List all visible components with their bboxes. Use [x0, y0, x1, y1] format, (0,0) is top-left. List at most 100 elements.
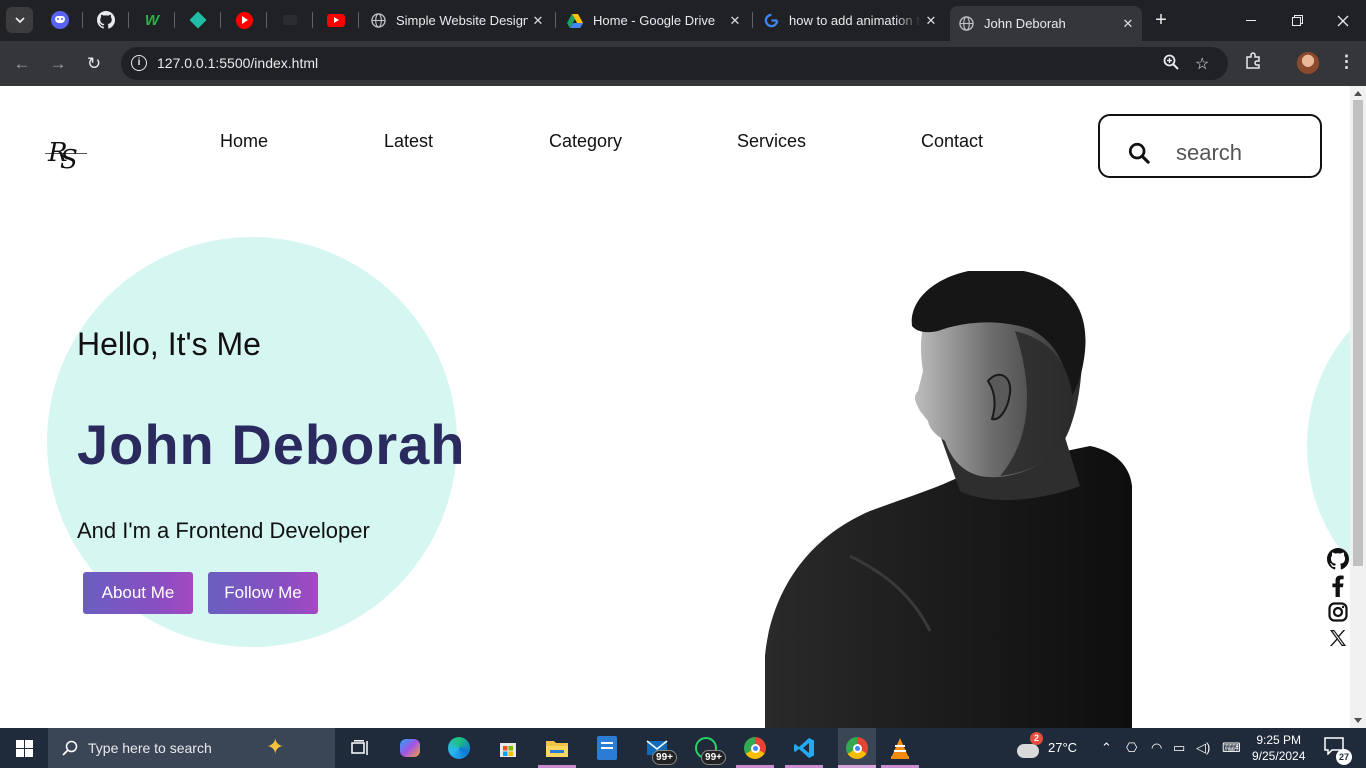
pinned-tab-discord[interactable] — [48, 8, 72, 32]
file-explorer-icon[interactable] — [543, 734, 571, 762]
browser-toolbar: ← → ↻ i 127.0.0.1:5500/index.html ☆ ⋮ — [0, 41, 1366, 86]
whatsapp-badge: 99+ — [701, 750, 726, 765]
diamond-app-icon — [189, 11, 207, 29]
close-tab-icon[interactable]: ✕ — [528, 13, 548, 29]
windows-logo-icon — [15, 739, 33, 757]
notification-center-button[interactable]: 27 — [1324, 737, 1352, 765]
github-link[interactable] — [1326, 548, 1350, 570]
profile-avatar[interactable] — [1297, 52, 1319, 74]
restore-button[interactable] — [1274, 0, 1320, 41]
tab-john-deborah[interactable]: John Deborah ✕ — [950, 6, 1142, 41]
search-input[interactable] — [1176, 138, 1306, 168]
x-twitter-link[interactable] — [1326, 627, 1350, 649]
x-icon — [1330, 630, 1346, 646]
windows-taskbar: Type here to search ✦ 99+ 99+ 2 27°C ⌃ ⎔… — [0, 728, 1366, 768]
meet-now-icon[interactable]: ⎔ — [1126, 740, 1137, 756]
network-icon[interactable]: ◠ — [1151, 740, 1162, 756]
copilot-app-icon[interactable] — [396, 734, 424, 762]
scroll-up-arrow-icon[interactable] — [1354, 91, 1362, 96]
clock-time: 9:25 PM — [1256, 733, 1302, 747]
forward-button[interactable]: → — [45, 51, 71, 77]
mail-app-icon[interactable]: 99+ — [643, 734, 677, 765]
pinned-tab-webflow[interactable]: W — [140, 8, 164, 32]
blank-tab-icon — [283, 15, 297, 25]
google-icon — [763, 13, 779, 29]
close-tab-icon[interactable]: ✕ — [921, 13, 941, 29]
address-bar[interactable]: i 127.0.0.1:5500/index.html ☆ — [121, 47, 1228, 80]
scroll-down-arrow-icon[interactable] — [1354, 718, 1362, 723]
start-button[interactable] — [0, 728, 48, 768]
tab-title: Home - Google Drive — [593, 13, 716, 28]
minimize-button[interactable] — [1228, 0, 1274, 41]
back-button[interactable]: ← — [9, 51, 35, 77]
extensions-icon[interactable] — [1244, 52, 1262, 75]
site-search-box[interactable] — [1098, 114, 1322, 178]
taskbar-search-placeholder: Type here to search — [88, 740, 212, 756]
vlc-icon[interactable] — [886, 734, 914, 762]
new-tab-button[interactable]: + — [1150, 10, 1172, 32]
pinned-tab-github[interactable] — [94, 8, 118, 32]
facebook-link[interactable] — [1326, 575, 1350, 597]
vscode-icon[interactable] — [790, 734, 818, 762]
chrome-profile-icon[interactable] — [741, 734, 769, 762]
site-info-icon[interactable]: i — [131, 55, 147, 71]
site-logo[interactable]: RS — [45, 138, 87, 175]
instagram-link[interactable] — [1326, 601, 1350, 623]
close-icon — [1337, 15, 1349, 26]
document-app-icon[interactable] — [593, 734, 621, 762]
tab-title: Simple Website Design — [396, 13, 528, 28]
tab-search-button[interactable] — [6, 7, 33, 33]
browser-tab-strip: W Simple Website Design ✕ Home - Google … — [0, 0, 1366, 41]
webflow-icon: W — [144, 11, 160, 29]
nav-latest[interactable]: Latest — [384, 131, 433, 152]
menu-kebab-icon[interactable]: ⋮ — [1338, 52, 1355, 72]
page-scrollbar[interactable] — [1350, 86, 1366, 728]
reload-button[interactable]: ↻ — [81, 51, 107, 77]
temperature[interactable]: 27°C — [1048, 740, 1077, 755]
hero-name: John Deborah — [77, 413, 466, 476]
nav-category[interactable]: Category — [549, 131, 622, 152]
pinned-tab-youtube[interactable] — [324, 8, 348, 32]
forward-arrow-icon: → — [49, 54, 67, 73]
scrollbar-thumb[interactable] — [1353, 100, 1363, 566]
about-me-button[interactable]: About Me — [83, 572, 193, 614]
hero-portrait-image — [765, 271, 1132, 728]
system-clock[interactable]: 9:25 PM 9/25/2024 — [1252, 732, 1305, 764]
close-tab-icon[interactable]: ✕ — [1118, 16, 1138, 32]
follow-me-button[interactable]: Follow Me — [208, 572, 318, 614]
search-icon[interactable] — [1128, 142, 1150, 164]
weather-icon[interactable]: 2 — [1013, 732, 1043, 762]
taskbar-search-box[interactable]: Type here to search ✦ — [48, 728, 335, 768]
tab-how-to-add-animation[interactable]: how to add animation t ✕ — [755, 6, 945, 35]
web-page: RS Home Latest Category Services Contact… — [0, 86, 1350, 728]
battery-icon[interactable]: ▭ — [1173, 740, 1185, 756]
pinned-tab-blank[interactable] — [278, 8, 302, 32]
volume-icon[interactable]: ◁) — [1196, 740, 1210, 756]
close-window-button[interactable] — [1320, 0, 1366, 41]
task-view-icon[interactable] — [346, 734, 374, 762]
show-hidden-icons-chevron-icon[interactable]: ⌃ — [1101, 740, 1112, 756]
close-tab-icon[interactable]: ✕ — [725, 13, 745, 29]
zoom-icon[interactable] — [1163, 54, 1179, 75]
back-arrow-icon: ← — [13, 54, 31, 73]
tab-title: how to add animation t — [789, 13, 920, 28]
globe-icon — [958, 16, 974, 32]
chrome-active-icon[interactable] — [838, 728, 876, 768]
discord-icon — [51, 11, 69, 29]
edge-browser-icon[interactable] — [445, 734, 473, 762]
microsoft-store-icon[interactable] — [494, 734, 522, 762]
nav-services[interactable]: Services — [737, 131, 806, 152]
weather-badge: 2 — [1030, 732, 1043, 745]
notification-count: 27 — [1336, 749, 1352, 765]
nav-contact[interactable]: Contact — [921, 131, 983, 152]
keyboard-icon[interactable]: ⌨ — [1222, 740, 1241, 756]
pinned-tab-youtube-music[interactable] — [232, 8, 256, 32]
youtube-music-icon — [235, 11, 253, 29]
github-icon — [1327, 548, 1349, 570]
nav-home[interactable]: Home — [220, 131, 268, 152]
pinned-tab-diamond[interactable] — [186, 8, 210, 32]
tab-simple-website-design[interactable]: Simple Website Design ✕ — [362, 6, 552, 35]
bookmark-star-icon[interactable]: ☆ — [1195, 54, 1209, 74]
whatsapp-icon[interactable]: 99+ — [692, 734, 726, 765]
tab-google-drive[interactable]: Home - Google Drive ✕ — [559, 6, 749, 35]
